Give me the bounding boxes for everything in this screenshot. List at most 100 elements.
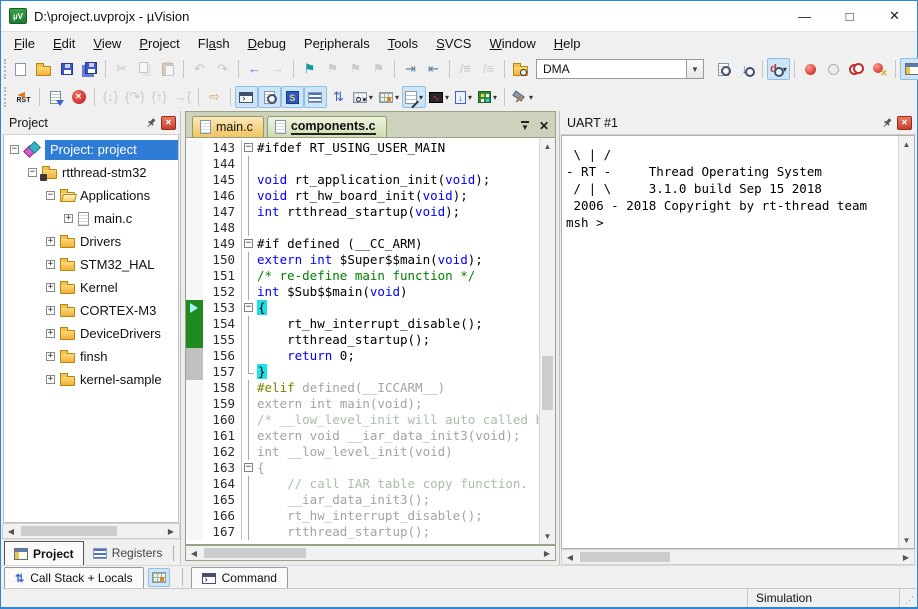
registers-window-button[interactable] xyxy=(304,86,327,108)
disassembly-window-button[interactable] xyxy=(258,86,281,108)
fold-minus-icon[interactable]: − xyxy=(244,143,253,152)
menu-peripherals[interactable]: Peripherals xyxy=(295,33,379,54)
scroll-thumb[interactable] xyxy=(21,526,117,536)
code-line[interactable]: 160/* __low_level_init will auto called … xyxy=(186,412,539,428)
pin-icon[interactable] xyxy=(881,117,893,129)
menu-view[interactable]: View xyxy=(84,33,130,54)
tree-item-cortex-m3[interactable]: +CORTEX-M3 xyxy=(4,299,178,322)
collapse-icon[interactable]: − xyxy=(28,168,37,177)
outdent-button[interactable]: ⇤ xyxy=(422,58,445,80)
scroll-right-icon[interactable]: ▶ xyxy=(163,527,179,536)
uart-terminal[interactable]: \ | / - RT - Thread Operating System / |… xyxy=(561,135,915,549)
code-line[interactable]: 148 xyxy=(186,220,539,236)
disable-all-breakpoints-button[interactable] xyxy=(845,58,868,80)
tab-project[interactable]: Project xyxy=(4,541,84,565)
code-line[interactable]: 154 rt_hw_interrupt_disable(); xyxy=(186,316,539,332)
toolbar-grip[interactable] xyxy=(4,59,6,79)
memory-window-button[interactable]: ▾ xyxy=(376,86,402,108)
code-line[interactable]: 150extern int $Super$$main(void); xyxy=(186,252,539,268)
debug-settings-button[interactable]: ▾ xyxy=(509,86,536,108)
tab-command[interactable]: Command xyxy=(191,567,288,588)
uart-panel-close-icon[interactable]: ✕ xyxy=(897,116,912,130)
expand-icon[interactable]: + xyxy=(46,329,55,338)
toggle-breakpoint-button[interactable] xyxy=(822,58,845,80)
chevron-down-icon[interactable]: ▾ xyxy=(493,93,497,102)
cut-button[interactable]: ✂ xyxy=(110,58,133,80)
tree-item-applications[interactable]: −Applications xyxy=(4,184,178,207)
uart-vscrollbar[interactable]: ▲ ▼ xyxy=(898,136,914,548)
scroll-right-icon[interactable]: ▶ xyxy=(539,549,555,558)
find-symbol-button[interactable]: d▾ xyxy=(767,58,790,80)
analysis-window-button[interactable]: ∿▾ xyxy=(426,86,452,108)
undo-button[interactable]: ↶ xyxy=(188,58,211,80)
tree-item-finsh[interactable]: +finsh xyxy=(4,345,178,368)
scroll-right-icon[interactable]: ▶ xyxy=(898,553,914,562)
code-line[interactable]: 149−#if defined (__CC_ARM) xyxy=(186,236,539,252)
fold-minus-icon[interactable]: − xyxy=(244,303,253,312)
scroll-thumb[interactable] xyxy=(542,356,553,410)
minimize-button[interactable]: — xyxy=(782,1,827,31)
code-line[interactable]: 146void rt_hw_board_init(void); xyxy=(186,188,539,204)
expand-icon[interactable]: + xyxy=(46,306,55,315)
chevron-down-icon[interactable]: ▾ xyxy=(468,93,472,102)
save-button[interactable] xyxy=(55,58,78,80)
tab-registers[interactable]: Registers xyxy=(84,541,172,565)
search-combo[interactable]: DMA▼ xyxy=(536,59,704,79)
project-panel-close-icon[interactable]: ✕ xyxy=(161,116,176,130)
tree-item-devicedrivers[interactable]: +DeviceDrivers xyxy=(4,322,178,345)
code-line[interactable]: 163−{ xyxy=(186,460,539,476)
code-line[interactable]: 153−{ xyxy=(186,300,539,316)
menu-tools[interactable]: Tools xyxy=(379,33,427,54)
fold-minus-icon[interactable]: − xyxy=(244,463,253,472)
navigate-forward-button[interactable]: → xyxy=(266,58,289,80)
tree-item-main-c[interactable]: +main.c xyxy=(4,207,178,230)
search-combo-value[interactable]: DMA xyxy=(536,59,686,79)
chevron-down-icon[interactable]: ▼ xyxy=(686,59,704,79)
toolbox-window-button[interactable]: ▾ xyxy=(475,86,500,108)
chevron-down-icon[interactable]: ▾ xyxy=(445,93,449,102)
fold-minus-icon[interactable]: − xyxy=(244,239,253,248)
reset-cpu-button[interactable]: RST xyxy=(12,86,35,108)
project-tree-hscrollbar[interactable]: ◀ ▶ xyxy=(2,523,180,539)
expand-icon[interactable]: + xyxy=(46,352,55,361)
menu-edit[interactable]: Edit xyxy=(44,33,84,54)
scroll-left-icon[interactable]: ◀ xyxy=(186,549,202,558)
show-next-statement-button[interactable]: ⇨ xyxy=(203,86,226,108)
code-line[interactable]: 162int __low_level_init(void) xyxy=(186,444,539,460)
fold-collapse-icon[interactable]: − xyxy=(241,300,254,316)
memory-window-button[interactable] xyxy=(148,568,170,587)
code-line[interactable]: 151/* re-define main function */ xyxy=(186,268,539,284)
code-editor[interactable]: 143−#ifdef RT_USING_USER_MAIN144145void … xyxy=(185,137,556,545)
watch-window-button[interactable]: ▾ xyxy=(350,86,376,108)
scroll-left-icon[interactable]: ◀ xyxy=(562,553,578,562)
step-over-button[interactable]: {↷} xyxy=(122,86,148,108)
navigate-back-button[interactable]: ← xyxy=(243,58,266,80)
code-line[interactable]: 145void rt_application_init(void); xyxy=(186,172,539,188)
code-line[interactable]: 158#elif defined(__ICCARM__) xyxy=(186,380,539,396)
step-out-button[interactable]: {↑} xyxy=(148,86,171,108)
code-line[interactable]: 157} xyxy=(186,364,539,380)
uncomment-selection-button[interactable]: /≡ xyxy=(477,58,500,80)
incremental-find-button[interactable]: ↓ xyxy=(735,58,758,80)
expand-icon[interactable]: + xyxy=(46,283,55,292)
tab-main-c[interactable]: main.c xyxy=(192,116,264,137)
comment-selection-button[interactable]: /≡ xyxy=(454,58,477,80)
tree-item-kernel-sample[interactable]: +kernel-sample xyxy=(4,368,178,391)
editor-vscrollbar[interactable]: ▲ ▼ xyxy=(539,138,555,544)
indent-button[interactable]: ⇥ xyxy=(399,58,422,80)
tree-item-kernel[interactable]: +Kernel xyxy=(4,276,178,299)
menu-project[interactable]: Project xyxy=(130,33,188,54)
pin-icon[interactable] xyxy=(145,117,157,129)
code-line[interactable]: 165 __iar_data_init3(); xyxy=(186,492,539,508)
tree-item-project-project[interactable]: −Project: project xyxy=(4,138,178,161)
save-all-button[interactable] xyxy=(78,58,101,80)
scroll-up-icon[interactable]: ▲ xyxy=(540,138,555,154)
command-window-button[interactable] xyxy=(235,86,258,108)
scroll-up-icon[interactable]: ▲ xyxy=(899,136,914,152)
maximize-button[interactable]: □ xyxy=(827,1,872,31)
menu-window[interactable]: Window xyxy=(480,33,544,54)
code-line[interactable]: 144 xyxy=(186,156,539,172)
clear-bookmarks-button[interactable]: ⚑ xyxy=(367,58,390,80)
step-button[interactable]: {↓} xyxy=(99,86,122,108)
tab-call-stack-locals[interactable]: ⇅ Call Stack + Locals xyxy=(4,567,144,588)
